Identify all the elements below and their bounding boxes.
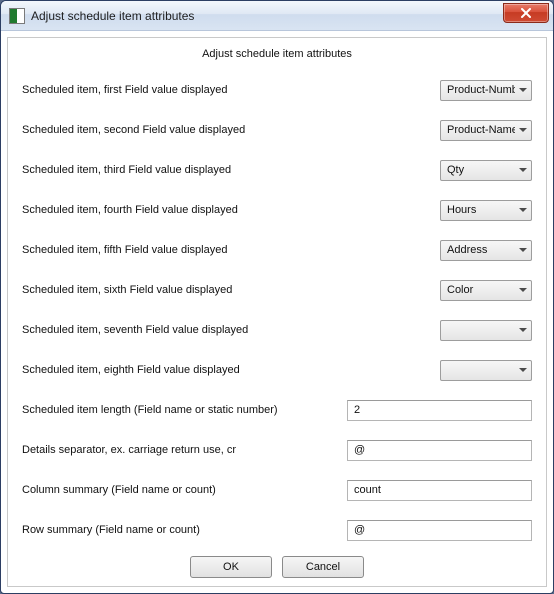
chevron-down-icon: [519, 248, 527, 252]
input-column-summary[interactable]: [347, 480, 532, 501]
row-row-summary: Row summary (Field name or count): [22, 510, 532, 550]
row-field-5: Scheduled item, fifth Field value displa…: [22, 230, 532, 270]
select-field-5[interactable]: Address: [440, 240, 532, 261]
label-field-4: Scheduled item, fourth Field value displ…: [22, 204, 440, 216]
select-field-4[interactable]: Hours: [440, 200, 532, 221]
select-field-2[interactable]: Product-Name: [440, 120, 532, 141]
row-field-3: Scheduled item, third Field value displa…: [22, 150, 532, 190]
select-field-1-value: Product-Number: [447, 84, 515, 96]
label-details-separator: Details separator, ex. carriage return u…: [22, 444, 347, 456]
chevron-down-icon: [519, 328, 527, 332]
select-field-6[interactable]: Color: [440, 280, 532, 301]
row-field-1: Scheduled item, first Field value displa…: [22, 70, 532, 110]
row-field-4: Scheduled item, fourth Field value displ…: [22, 190, 532, 230]
chevron-down-icon: [519, 88, 527, 92]
window-title: Adjust schedule item attributes: [31, 9, 503, 23]
dialog-window: Adjust schedule item attributes Adjust s…: [0, 0, 554, 594]
row-field-2: Scheduled item, second Field value displ…: [22, 110, 532, 150]
row-details-separator: Details separator, ex. carriage return u…: [22, 430, 532, 470]
label-field-3: Scheduled item, third Field value displa…: [22, 164, 440, 176]
chevron-down-icon: [519, 368, 527, 372]
label-field-7: Scheduled item, seventh Field value disp…: [22, 324, 440, 336]
chevron-down-icon: [519, 168, 527, 172]
select-field-5-value: Address: [447, 244, 515, 256]
row-field-7: Scheduled item, seventh Field value disp…: [22, 310, 532, 350]
close-icon: [520, 8, 532, 18]
chevron-down-icon: [519, 128, 527, 132]
input-details-separator[interactable]: [347, 440, 532, 461]
ok-button[interactable]: OK: [190, 556, 272, 578]
cancel-button[interactable]: Cancel: [282, 556, 364, 578]
select-field-7[interactable]: [440, 320, 532, 341]
label-field-8: Scheduled item, eighth Field value displ…: [22, 364, 440, 376]
row-field-6: Scheduled item, sixth Field value displa…: [22, 270, 532, 310]
select-field-8[interactable]: [440, 360, 532, 381]
label-field-5: Scheduled item, fifth Field value displa…: [22, 244, 440, 256]
app-icon: [9, 8, 25, 24]
form-heading: Adjust schedule item attributes: [22, 48, 532, 60]
label-field-2: Scheduled item, second Field value displ…: [22, 124, 440, 136]
chevron-down-icon: [519, 288, 527, 292]
window-close-button[interactable]: [503, 3, 549, 23]
label-field-6: Scheduled item, sixth Field value displa…: [22, 284, 440, 296]
button-bar: OK Cancel: [22, 550, 532, 580]
input-item-length[interactable]: [347, 400, 532, 421]
chevron-down-icon: [519, 208, 527, 212]
row-item-length: Scheduled item length (Field name or sta…: [22, 390, 532, 430]
form-rows: Scheduled item, first Field value displa…: [22, 70, 532, 550]
input-row-summary[interactable]: [347, 520, 532, 541]
select-field-3-value: Qty: [447, 164, 515, 176]
label-item-length: Scheduled item length (Field name or sta…: [22, 404, 347, 416]
select-field-4-value: Hours: [447, 204, 515, 216]
row-column-summary: Column summary (Field name or count): [22, 470, 532, 510]
select-field-2-value: Product-Name: [447, 124, 515, 136]
dialog-content: Adjust schedule item attributes Schedule…: [7, 37, 547, 587]
row-field-8: Scheduled item, eighth Field value displ…: [22, 350, 532, 390]
select-field-3[interactable]: Qty: [440, 160, 532, 181]
titlebar: Adjust schedule item attributes: [1, 1, 553, 31]
label-field-1: Scheduled item, first Field value displa…: [22, 84, 440, 96]
label-row-summary: Row summary (Field name or count): [22, 524, 347, 536]
select-field-6-value: Color: [447, 284, 515, 296]
label-column-summary: Column summary (Field name or count): [22, 484, 347, 496]
select-field-1[interactable]: Product-Number: [440, 80, 532, 101]
